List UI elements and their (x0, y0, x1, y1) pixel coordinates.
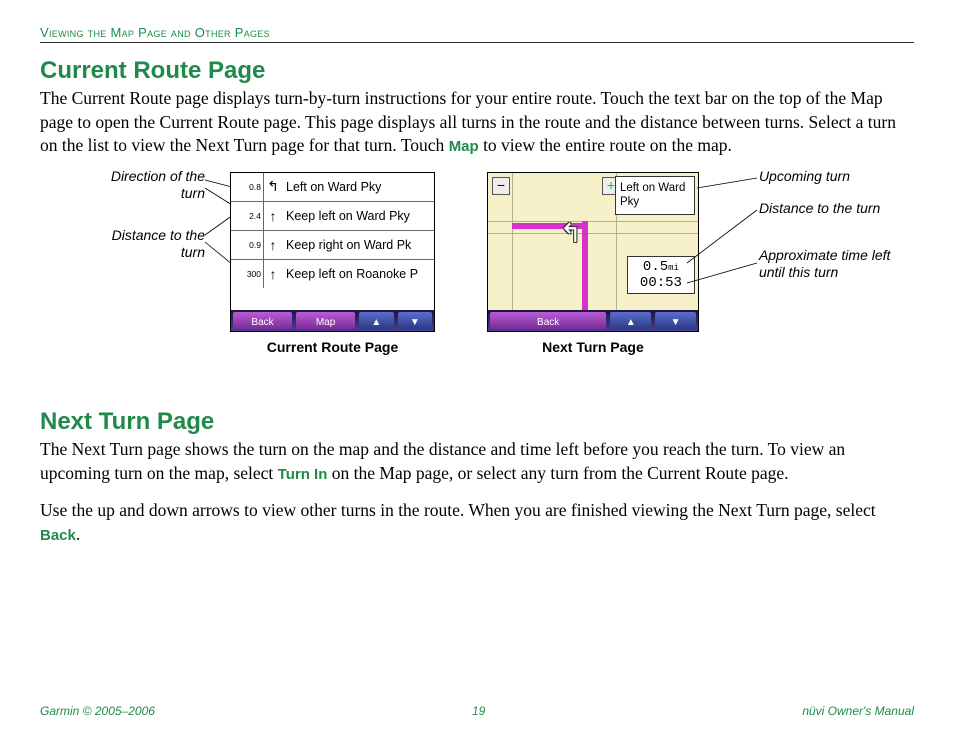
footer-page-number: 19 (472, 704, 485, 718)
turn-name: Keep left on Roanoke P (282, 267, 434, 281)
dist-value: 0.5 (643, 259, 668, 275)
callout-direction: Direction of the turn (95, 168, 205, 202)
map-keyword: Map (449, 138, 479, 155)
turn-name: Left on Ward Pky (282, 180, 434, 194)
p-text: on the Map page, or select any turn from… (327, 463, 788, 483)
turn-arrow-icon: ↰ (264, 178, 282, 195)
page-footer: Garmin © 2005–2006 19 nüvi Owner's Manua… (40, 704, 914, 718)
zoom-out-button[interactable]: − (492, 177, 510, 195)
route-row[interactable]: 300 ↑ Keep left on Roanoke P (231, 260, 434, 288)
figures-row: Direction of the turn Distance to the tu… (40, 172, 914, 382)
callout-time: Approximate time left until this turn (759, 247, 909, 281)
section1-title: Current Route Page (40, 57, 914, 85)
p1-part-b: to view the entire route on the map. (479, 135, 732, 155)
figure-caption-1: Current Route Page (231, 339, 434, 355)
time-value: 00:53 (640, 275, 682, 291)
up-button[interactable]: ▲ (610, 312, 651, 329)
running-header: Viewing the Map Page and Other Pages (40, 25, 914, 43)
turn-arrow-icon: ↑ (264, 208, 282, 224)
footer-left: Garmin © 2005–2006 (40, 704, 155, 718)
section2-title: Next Turn Page (40, 408, 914, 436)
dist: 0.9 (249, 241, 261, 250)
turn-arrow-icon: ↑ (264, 237, 282, 253)
dist: 2.4 (249, 212, 261, 221)
dist-unit: mi (668, 263, 679, 273)
p-text: . (76, 524, 80, 544)
section2-p1: The Next Turn page shows the turn on the… (40, 438, 914, 485)
back-button[interactable]: Back (490, 312, 606, 329)
figure-caption-2: Next Turn Page (488, 339, 698, 355)
section1-body: The Current Route page displays turn-by-… (40, 87, 914, 158)
current-route-device: 0.8 ↰ Left on Ward Pky 2.4 ↑ Keep left o… (230, 172, 435, 332)
turn-in-keyword: Turn In (278, 466, 328, 483)
turn-arrow-icon: ↑ (264, 266, 282, 282)
back-button[interactable]: Back (233, 312, 292, 329)
bottom-bar: Back Map ▲ ▼ (231, 310, 434, 331)
route-row[interactable]: 0.8 ↰ Left on Ward Pky (231, 173, 434, 202)
back-keyword: Back (40, 527, 76, 544)
p-text: Use the up and down arrows to view other… (40, 500, 876, 520)
callout-upcoming: Upcoming turn (759, 168, 899, 185)
route-row[interactable]: 2.4 ↑ Keep left on Ward Pky (231, 202, 434, 231)
footer-right: nüvi Owner's Manual (802, 704, 914, 718)
map-button[interactable]: Map (296, 312, 355, 329)
section2-p2: Use the up and down arrows to view other… (40, 499, 914, 546)
callout-distance-right: Distance to the turn (759, 200, 899, 217)
callout-distance-left: Distance to the turn (95, 227, 205, 261)
next-turn-device: ↰ − + Left on Ward Pky 0.5mi 00:53 Back … (487, 172, 699, 332)
route-row[interactable]: 0.9 ↑ Keep right on Ward Pk (231, 231, 434, 260)
down-button[interactable]: ▼ (398, 312, 432, 329)
distance-time-box: 0.5mi 00:53 (627, 256, 695, 294)
turn-name: Keep right on Ward Pk (282, 238, 434, 252)
dist: 0.8 (249, 183, 261, 192)
turn-name: Keep left on Ward Pky (282, 209, 434, 223)
down-button[interactable]: ▼ (655, 312, 696, 329)
dist: 300 (247, 270, 261, 279)
up-button[interactable]: ▲ (359, 312, 393, 329)
turn-arrow-icon: ↰ (560, 218, 582, 249)
bottom-bar: Back ▲ ▼ (488, 310, 698, 331)
upcoming-turn-box[interactable]: Left on Ward Pky (615, 176, 695, 215)
